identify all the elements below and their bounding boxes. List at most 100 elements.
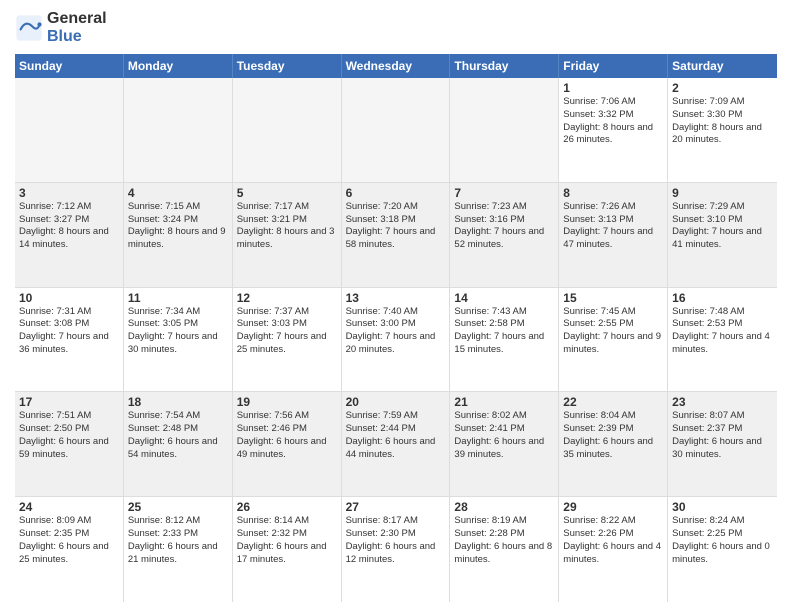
calendar-cell-4-2: 26Sunrise: 8:14 AM Sunset: 2:32 PM Dayli… [233,497,342,602]
calendar-row-3: 17Sunrise: 7:51 AM Sunset: 2:50 PM Dayli… [15,392,777,497]
header-day-monday: Monday [124,54,233,78]
day-number: 30 [672,500,773,514]
day-number: 1 [563,81,663,95]
cell-info: Sunrise: 7:17 AM Sunset: 3:21 PM Dayligh… [237,201,337,252]
calendar-cell-0-2 [233,78,342,182]
day-number: 5 [237,186,337,200]
day-number: 3 [19,186,119,200]
day-number: 22 [563,395,663,409]
calendar-cell-2-5: 15Sunrise: 7:45 AM Sunset: 2:55 PM Dayli… [559,288,668,392]
page-container: General Blue SundayMondayTuesdayWednesda… [0,0,792,612]
day-number: 23 [672,395,773,409]
calendar-cell-3-2: 19Sunrise: 7:56 AM Sunset: 2:46 PM Dayli… [233,392,342,496]
cell-info: Sunrise: 7:09 AM Sunset: 3:30 PM Dayligh… [672,96,773,147]
day-number: 12 [237,291,337,305]
calendar-cell-3-3: 20Sunrise: 7:59 AM Sunset: 2:44 PM Dayli… [342,392,451,496]
cell-info: Sunrise: 8:07 AM Sunset: 2:37 PM Dayligh… [672,410,773,461]
calendar-body: 1Sunrise: 7:06 AM Sunset: 3:32 PM Daylig… [15,78,777,602]
calendar-cell-2-6: 16Sunrise: 7:48 AM Sunset: 2:53 PM Dayli… [668,288,777,392]
cell-info: Sunrise: 7:29 AM Sunset: 3:10 PM Dayligh… [672,201,773,252]
cell-info: Sunrise: 7:56 AM Sunset: 2:46 PM Dayligh… [237,410,337,461]
calendar-cell-1-3: 6Sunrise: 7:20 AM Sunset: 3:18 PM Daylig… [342,183,451,287]
calendar-cell-2-4: 14Sunrise: 7:43 AM Sunset: 2:58 PM Dayli… [450,288,559,392]
calendar-row-2: 10Sunrise: 7:31 AM Sunset: 3:08 PM Dayli… [15,288,777,393]
calendar-cell-3-1: 18Sunrise: 7:54 AM Sunset: 2:48 PM Dayli… [124,392,233,496]
calendar-cell-4-0: 24Sunrise: 8:09 AM Sunset: 2:35 PM Dayli… [15,497,124,602]
day-number: 18 [128,395,228,409]
day-number: 26 [237,500,337,514]
cell-info: Sunrise: 7:54 AM Sunset: 2:48 PM Dayligh… [128,410,228,461]
cell-info: Sunrise: 8:19 AM Sunset: 2:28 PM Dayligh… [454,515,554,566]
cell-info: Sunrise: 8:24 AM Sunset: 2:25 PM Dayligh… [672,515,773,566]
calendar-cell-2-3: 13Sunrise: 7:40 AM Sunset: 3:00 PM Dayli… [342,288,451,392]
header-day-tuesday: Tuesday [233,54,342,78]
cell-info: Sunrise: 7:12 AM Sunset: 3:27 PM Dayligh… [19,201,119,252]
calendar-row-1: 3Sunrise: 7:12 AM Sunset: 3:27 PM Daylig… [15,183,777,288]
day-number: 27 [346,500,446,514]
day-number: 8 [563,186,663,200]
day-number: 25 [128,500,228,514]
cell-info: Sunrise: 7:23 AM Sunset: 3:16 PM Dayligh… [454,201,554,252]
calendar-cell-0-1 [124,78,233,182]
header-day-sunday: Sunday [15,54,124,78]
calendar-cell-4-6: 30Sunrise: 8:24 AM Sunset: 2:25 PM Dayli… [668,497,777,602]
calendar-cell-2-1: 11Sunrise: 7:34 AM Sunset: 3:05 PM Dayli… [124,288,233,392]
cell-info: Sunrise: 7:34 AM Sunset: 3:05 PM Dayligh… [128,306,228,357]
cell-info: Sunrise: 7:43 AM Sunset: 2:58 PM Dayligh… [454,306,554,357]
cell-info: Sunrise: 8:17 AM Sunset: 2:30 PM Dayligh… [346,515,446,566]
calendar-cell-0-0 [15,78,124,182]
calendar: SundayMondayTuesdayWednesdayThursdayFrid… [15,54,777,602]
day-number: 4 [128,186,228,200]
cell-info: Sunrise: 8:04 AM Sunset: 2:39 PM Dayligh… [563,410,663,461]
logo: General Blue [15,10,107,46]
day-number: 11 [128,291,228,305]
day-number: 9 [672,186,773,200]
cell-info: Sunrise: 7:48 AM Sunset: 2:53 PM Dayligh… [672,306,773,357]
calendar-cell-2-2: 12Sunrise: 7:37 AM Sunset: 3:03 PM Dayli… [233,288,342,392]
calendar-cell-0-3 [342,78,451,182]
calendar-cell-4-3: 27Sunrise: 8:17 AM Sunset: 2:30 PM Dayli… [342,497,451,602]
calendar-cell-3-0: 17Sunrise: 7:51 AM Sunset: 2:50 PM Dayli… [15,392,124,496]
header-day-friday: Friday [559,54,668,78]
cell-info: Sunrise: 8:02 AM Sunset: 2:41 PM Dayligh… [454,410,554,461]
calendar-cell-4-1: 25Sunrise: 8:12 AM Sunset: 2:33 PM Dayli… [124,497,233,602]
calendar-cell-4-4: 28Sunrise: 8:19 AM Sunset: 2:28 PM Dayli… [450,497,559,602]
calendar-header: SundayMondayTuesdayWednesdayThursdayFrid… [15,54,777,78]
day-number: 14 [454,291,554,305]
cell-info: Sunrise: 7:40 AM Sunset: 3:00 PM Dayligh… [346,306,446,357]
logo-icon [15,14,43,42]
day-number: 6 [346,186,446,200]
day-number: 20 [346,395,446,409]
day-number: 10 [19,291,119,305]
logo-text: General Blue [47,10,107,46]
header-day-thursday: Thursday [450,54,559,78]
cell-info: Sunrise: 7:59 AM Sunset: 2:44 PM Dayligh… [346,410,446,461]
calendar-row-4: 24Sunrise: 8:09 AM Sunset: 2:35 PM Dayli… [15,497,777,602]
day-number: 2 [672,81,773,95]
day-number: 19 [237,395,337,409]
day-number: 16 [672,291,773,305]
calendar-cell-1-1: 4Sunrise: 7:15 AM Sunset: 3:24 PM Daylig… [124,183,233,287]
day-number: 29 [563,500,663,514]
calendar-cell-3-4: 21Sunrise: 8:02 AM Sunset: 2:41 PM Dayli… [450,392,559,496]
cell-info: Sunrise: 7:31 AM Sunset: 3:08 PM Dayligh… [19,306,119,357]
cell-info: Sunrise: 8:14 AM Sunset: 2:32 PM Dayligh… [237,515,337,566]
calendar-cell-1-2: 5Sunrise: 7:17 AM Sunset: 3:21 PM Daylig… [233,183,342,287]
day-number: 15 [563,291,663,305]
calendar-cell-3-6: 23Sunrise: 8:07 AM Sunset: 2:37 PM Dayli… [668,392,777,496]
calendar-cell-1-5: 8Sunrise: 7:26 AM Sunset: 3:13 PM Daylig… [559,183,668,287]
cell-info: Sunrise: 7:45 AM Sunset: 2:55 PM Dayligh… [563,306,663,357]
calendar-cell-2-0: 10Sunrise: 7:31 AM Sunset: 3:08 PM Dayli… [15,288,124,392]
calendar-cell-0-5: 1Sunrise: 7:06 AM Sunset: 3:32 PM Daylig… [559,78,668,182]
cell-info: Sunrise: 7:06 AM Sunset: 3:32 PM Dayligh… [563,96,663,147]
calendar-cell-3-5: 22Sunrise: 8:04 AM Sunset: 2:39 PM Dayli… [559,392,668,496]
cell-info: Sunrise: 7:37 AM Sunset: 3:03 PM Dayligh… [237,306,337,357]
day-number: 28 [454,500,554,514]
cell-info: Sunrise: 8:09 AM Sunset: 2:35 PM Dayligh… [19,515,119,566]
calendar-cell-0-6: 2Sunrise: 7:09 AM Sunset: 3:30 PM Daylig… [668,78,777,182]
day-number: 13 [346,291,446,305]
calendar-cell-1-6: 9Sunrise: 7:29 AM Sunset: 3:10 PM Daylig… [668,183,777,287]
calendar-cell-4-5: 29Sunrise: 8:22 AM Sunset: 2:26 PM Dayli… [559,497,668,602]
cell-info: Sunrise: 8:12 AM Sunset: 2:33 PM Dayligh… [128,515,228,566]
day-number: 21 [454,395,554,409]
